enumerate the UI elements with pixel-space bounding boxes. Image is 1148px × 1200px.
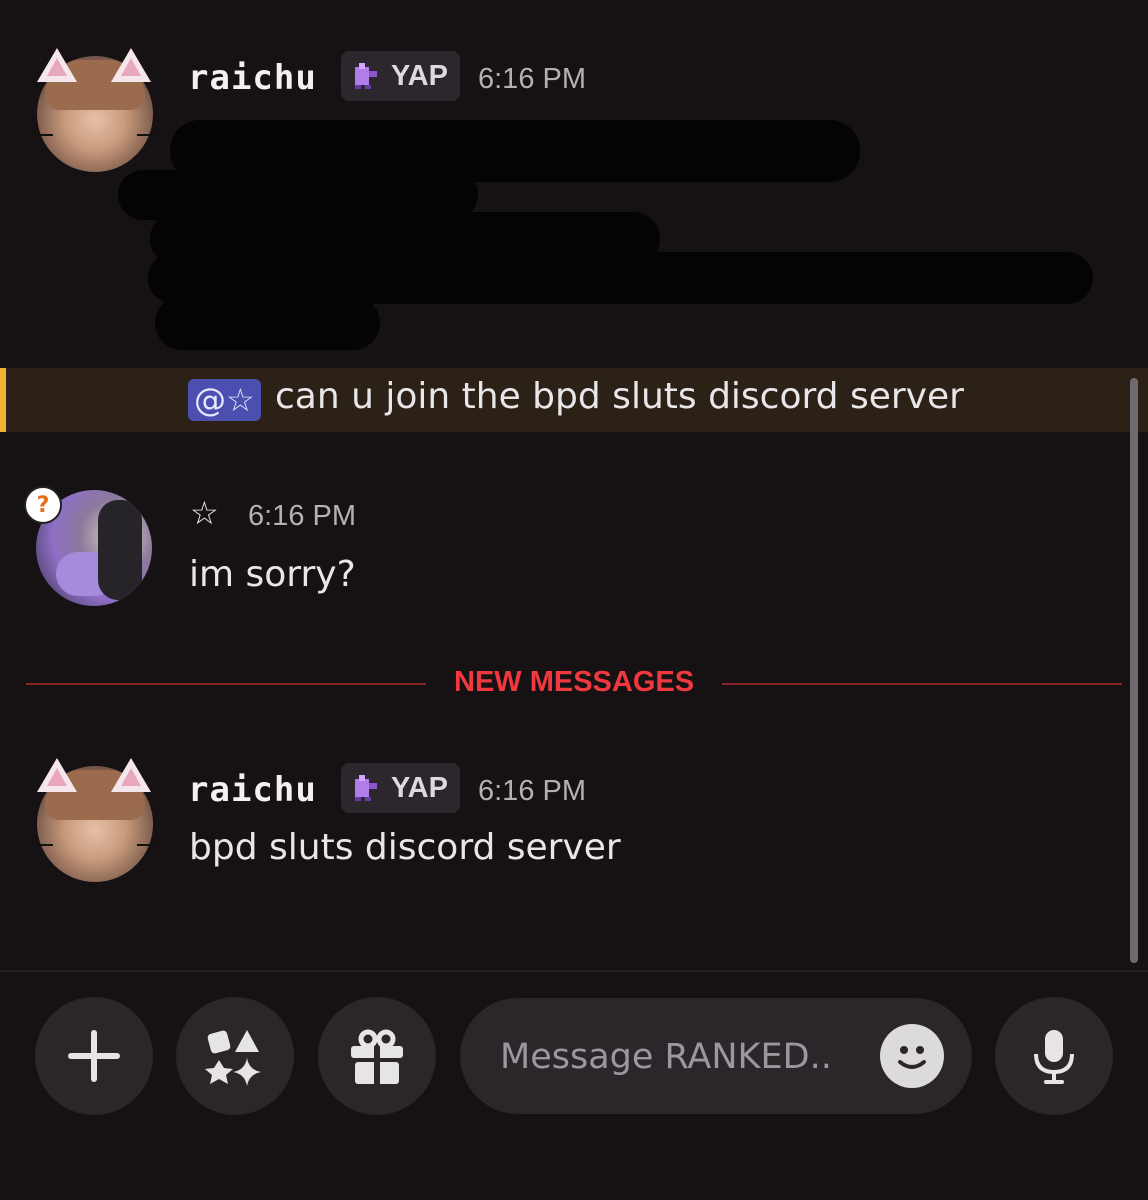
cat-ear-right-icon bbox=[111, 758, 151, 792]
mention-highlight-row: @☆ can u join the bpd sluts discord serv… bbox=[0, 368, 1148, 432]
badge-icon bbox=[355, 63, 377, 89]
tag-label: YAP bbox=[391, 59, 448, 92]
message-text: bpd sluts discord server bbox=[189, 827, 621, 868]
figure-shape bbox=[98, 500, 142, 600]
plus-icon bbox=[68, 1030, 120, 1082]
scrollbar[interactable] bbox=[1130, 378, 1138, 963]
tag-label: YAP bbox=[391, 771, 448, 804]
apps-button[interactable] bbox=[176, 997, 294, 1115]
chat-screen: raichu YAP 6:16 PM @☆ can u join the bpd… bbox=[0, 0, 1148, 1200]
add-button[interactable] bbox=[35, 997, 153, 1115]
message-composer[interactable] bbox=[460, 998, 972, 1114]
username[interactable]: ☆ bbox=[190, 494, 220, 532]
microphone-icon bbox=[1034, 1030, 1074, 1084]
emoji-icon bbox=[898, 1046, 926, 1069]
timestamp: 6:16 PM bbox=[478, 775, 586, 807]
message-text: im sorry? bbox=[189, 554, 356, 595]
avatar[interactable] bbox=[31, 48, 159, 172]
gift-button[interactable] bbox=[318, 997, 436, 1115]
timestamp: 6:16 PM bbox=[248, 500, 356, 532]
whisker-icon bbox=[137, 844, 159, 846]
message-text: can u join the bpd sluts discord server bbox=[275, 376, 964, 417]
avatar[interactable]: ? bbox=[24, 486, 152, 606]
username[interactable]: raichu bbox=[188, 58, 317, 98]
username[interactable]: raichu bbox=[188, 770, 317, 810]
emoji-button[interactable] bbox=[880, 1024, 944, 1088]
yap-tag[interactable]: YAP bbox=[341, 51, 460, 101]
new-messages-divider-left bbox=[26, 683, 426, 685]
badge-icon bbox=[355, 775, 377, 801]
redacted-content bbox=[155, 296, 380, 350]
question-icon: ? bbox=[24, 486, 62, 524]
cat-ear-left-icon bbox=[37, 758, 77, 792]
new-messages-label: NEW MESSAGES bbox=[454, 666, 695, 698]
new-messages-divider-right bbox=[722, 683, 1122, 685]
cat-ear-left-icon bbox=[37, 48, 77, 82]
yap-tag[interactable]: YAP bbox=[341, 763, 460, 813]
mention-indicator bbox=[0, 368, 6, 432]
whisker-icon bbox=[31, 844, 53, 846]
avatar[interactable] bbox=[31, 758, 159, 882]
whisker-icon bbox=[137, 134, 159, 136]
voice-message-button[interactable] bbox=[995, 997, 1113, 1115]
gift-icon bbox=[351, 1029, 403, 1084]
message-input[interactable] bbox=[498, 1028, 882, 1086]
user-mention[interactable]: @☆ bbox=[188, 379, 261, 421]
apps-icon bbox=[205, 1030, 261, 1086]
cat-ear-right-icon bbox=[111, 48, 151, 82]
whisker-icon bbox=[31, 134, 53, 136]
timestamp: 6:16 PM bbox=[478, 63, 586, 95]
composer-divider bbox=[0, 970, 1148, 972]
